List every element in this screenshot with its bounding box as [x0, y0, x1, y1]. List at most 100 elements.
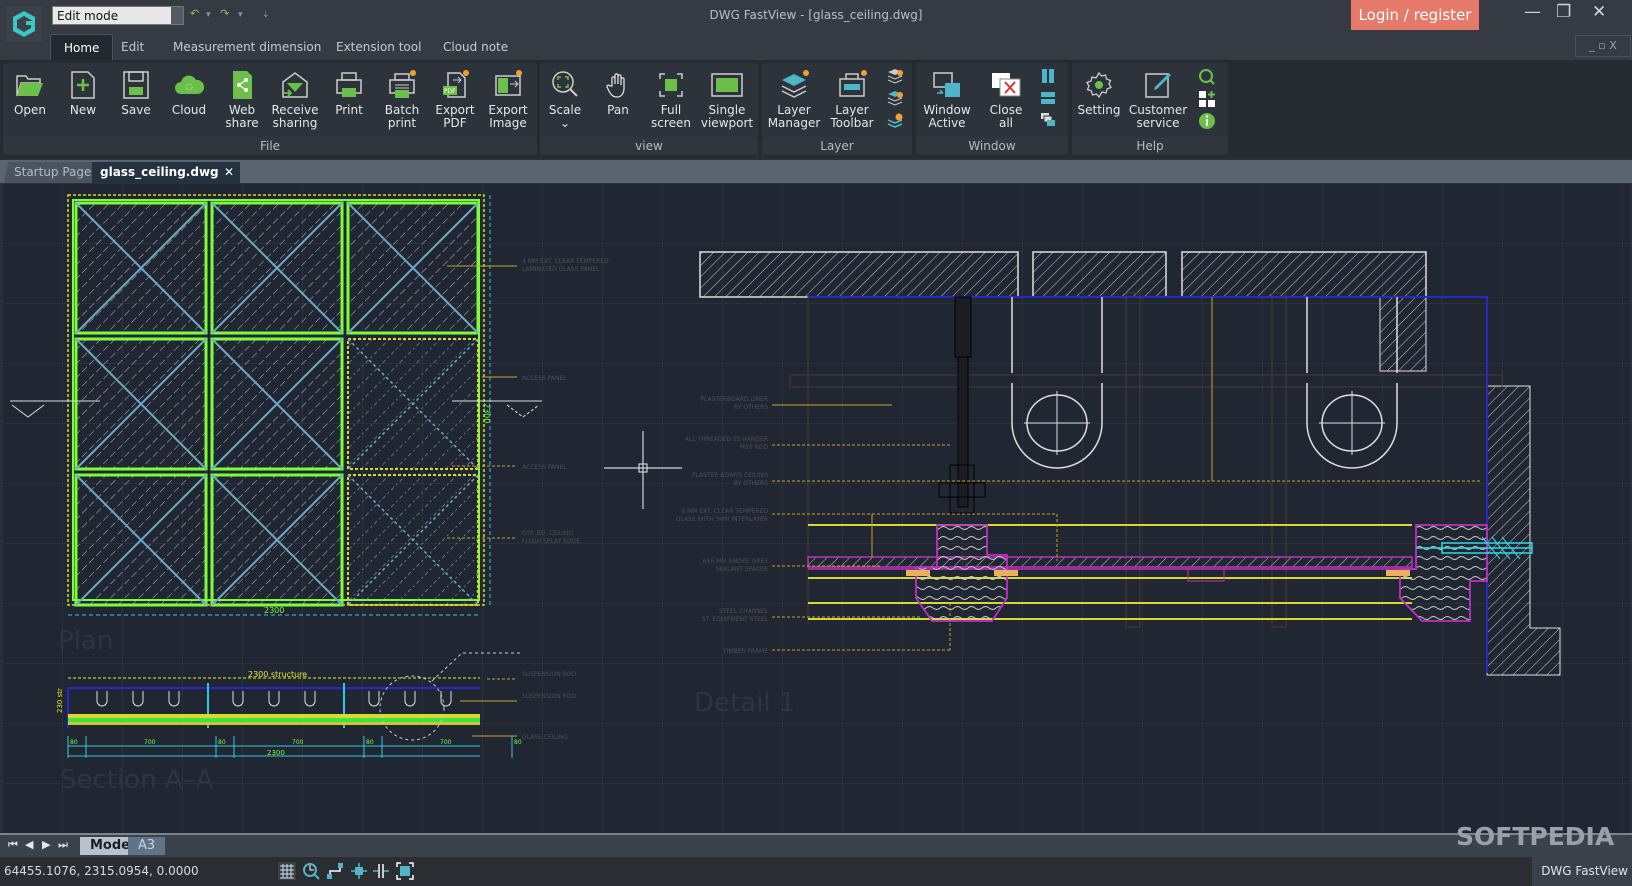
mode-dropdown-arrow[interactable]	[171, 7, 183, 24]
pan-button[interactable]: Pan	[591, 65, 645, 117]
tab-cloud-note[interactable]: Cloud note	[430, 34, 521, 60]
svg-text:4 MM EXT. CLEAR TEMPERED: 4 MM EXT. CLEAR TEMPERED	[522, 258, 609, 265]
tab-extension-tool[interactable]: Extension tool	[323, 34, 434, 60]
layer-freeze-icon[interactable]	[886, 89, 904, 107]
app-name-badge: DWG FastView	[1532, 857, 1632, 886]
export-pdf-button[interactable]: PDF Export PDF	[428, 65, 482, 130]
next-layout-button[interactable]: ▶	[42, 838, 50, 851]
layer-toolbar-button[interactable]: Layer Toolbar	[825, 65, 879, 130]
group-label-file: File	[3, 137, 537, 155]
close-tab-icon[interactable]: ✕	[224, 162, 234, 183]
section-height-dim: 230 str	[56, 688, 64, 713]
group-label-window: Window	[916, 137, 1068, 155]
layer-state-icon[interactable]	[886, 67, 904, 85]
undo-dropdown-icon[interactable]: ▾	[206, 10, 211, 20]
close-all-icon	[992, 73, 1021, 97]
undo-icon[interactable]: ↶	[190, 7, 199, 20]
grid-icon[interactable]	[278, 862, 296, 880]
tab-startup-page[interactable]: Startup Page	[3, 162, 102, 183]
svg-text:BY OTHERS: BY OTHERS	[734, 404, 768, 411]
window-active-button[interactable]: Window Active	[920, 65, 974, 130]
save-button[interactable]: Save	[109, 65, 163, 117]
full-screen-button[interactable]: Full screen	[644, 65, 698, 130]
customize-toolbar-icon[interactable]: ⇣	[262, 10, 270, 20]
layout-tab-bar: ⏮ ◀ ▶ ⏭ Model A3	[0, 833, 1632, 857]
full-extent-icon[interactable]	[396, 862, 414, 880]
customer-service-icon	[1145, 73, 1171, 98]
single-viewport-button[interactable]: Single viewport	[700, 65, 754, 130]
document-window-controls[interactable]: _ ▫ X	[1575, 35, 1631, 57]
setting-button[interactable]: Setting	[1072, 65, 1126, 117]
section-view: 2300 structure 80 700 80 700 80 700 80 2300 23…	[56, 652, 576, 795]
tile-horizontal-icon[interactable]	[1040, 90, 1056, 106]
scale-dropdown-icon[interactable]: ⌄	[538, 117, 592, 130]
first-layout-button[interactable]: ⏮	[8, 838, 18, 852]
section-hanger	[440, 691, 452, 707]
svg-text:SEALANT SPACER: SEALANT SPACER	[715, 566, 768, 573]
cascade-icon[interactable]	[1040, 112, 1056, 128]
ortho-icon[interactable]	[326, 862, 344, 880]
minimize-button[interactable]: —	[1524, 2, 1541, 22]
group-help: Setting Customer service Help	[1072, 63, 1228, 155]
tile-vertical-icon[interactable]	[1040, 68, 1056, 84]
info-icon[interactable]	[1198, 112, 1216, 130]
export-image-button[interactable]: Export Image	[481, 65, 535, 130]
section-hanger	[404, 691, 416, 707]
svg-text:6X6 MM SMOKE GREY: 6X6 MM SMOKE GREY	[702, 558, 768, 565]
svg-text:ACCESS PANEL: ACCESS PANEL	[522, 464, 567, 471]
layer-isolate-icon[interactable]	[886, 111, 904, 129]
polar-icon[interactable]	[372, 862, 390, 880]
tab-a3[interactable]: A3	[128, 837, 166, 855]
prev-layout-button[interactable]: ◀	[25, 838, 33, 851]
cloud-icon	[175, 75, 205, 94]
cloud-button[interactable]: Cloud	[162, 65, 216, 117]
svg-text:M10 ROD: M10 ROD	[740, 444, 769, 451]
svg-text:PDF: PDF	[444, 88, 456, 95]
svg-text:PLASTER BOARD CEILING: PLASTER BOARD CEILING	[692, 472, 768, 479]
batch-print-button[interactable]: Batch print	[375, 65, 429, 130]
close-window-button[interactable]: ✕	[1592, 2, 1606, 22]
softpedia-watermark: SOFTPEDIA	[1456, 822, 1615, 851]
receive-sharing-button[interactable]: Receive sharing	[268, 65, 322, 130]
group-label-view: view	[540, 137, 758, 155]
scale-button[interactable]: Scale ⌄	[538, 65, 592, 130]
apps-icon[interactable]	[1198, 90, 1216, 108]
web-share-button[interactable]: Web share	[215, 65, 269, 130]
login-register-button[interactable]: Login / register	[1351, 0, 1479, 31]
section-hanger	[96, 691, 108, 707]
svg-text:ST. EQUIPMENT STEEL: ST. EQUIPMENT STEEL	[702, 616, 769, 623]
plan-height-dim: 2300	[482, 403, 491, 423]
layer-manager-button[interactable]: Layer Manager	[765, 65, 823, 130]
zoom-window-icon[interactable]	[302, 862, 320, 880]
batch-print-icon	[389, 70, 416, 98]
restore-button[interactable]: ❐	[1556, 2, 1571, 22]
tab-home[interactable]: Home	[50, 34, 114, 60]
svg-text:GLASS WITH 3MM INTERLAYER: GLASS WITH 3MM INTERLAYER	[676, 516, 768, 523]
open-button[interactable]: Open	[3, 65, 57, 117]
redo-icon[interactable]: ↷	[220, 7, 229, 20]
group-window: Window Active Close all Window	[916, 63, 1068, 155]
detail-view: PLASTERBOARD LINERBY OTHERS ALL THREADED…	[676, 251, 1561, 718]
customer-service-button[interactable]: Customer service	[1128, 65, 1188, 130]
drawing-canvas[interactable]: 2300 2300 4 MM EXT. CLEAR TEMPERED LAMINA…	[2, 183, 1630, 833]
group-layer: Layer Manager Layer Toolbar Layer	[762, 63, 912, 155]
print-button[interactable]: Print	[322, 65, 376, 117]
app-logo[interactable]	[6, 6, 42, 42]
svg-text:ALL THREADED SS HANGER: ALL THREADED SS HANGER	[685, 436, 768, 443]
snap-icon[interactable]	[350, 862, 368, 880]
section-hanger	[168, 691, 180, 707]
tab-measurement-dimension[interactable]: Measurement dimension	[160, 34, 334, 60]
mode-select[interactable]: Edit mode	[52, 6, 184, 25]
tab-edit[interactable]: Edit	[108, 34, 157, 60]
new-file-icon	[71, 71, 95, 99]
title-bar: DWG FastView - [glass_ceiling.dwg] Login…	[0, 0, 1632, 31]
section-overall-dim: 2300	[267, 749, 285, 757]
tab-glass-ceiling[interactable]: glass_ceiling.dwg ✕	[92, 162, 240, 183]
close-all-button[interactable]: Close all	[979, 65, 1033, 130]
last-layout-button[interactable]: ⏭	[58, 838, 68, 852]
new-button[interactable]: New	[56, 65, 110, 117]
section-span-dim: 700	[144, 739, 156, 746]
redo-dropdown-icon[interactable]: ▾	[238, 10, 243, 20]
detail-title: Detail 1	[694, 688, 795, 718]
update-check-icon[interactable]	[1198, 68, 1216, 86]
